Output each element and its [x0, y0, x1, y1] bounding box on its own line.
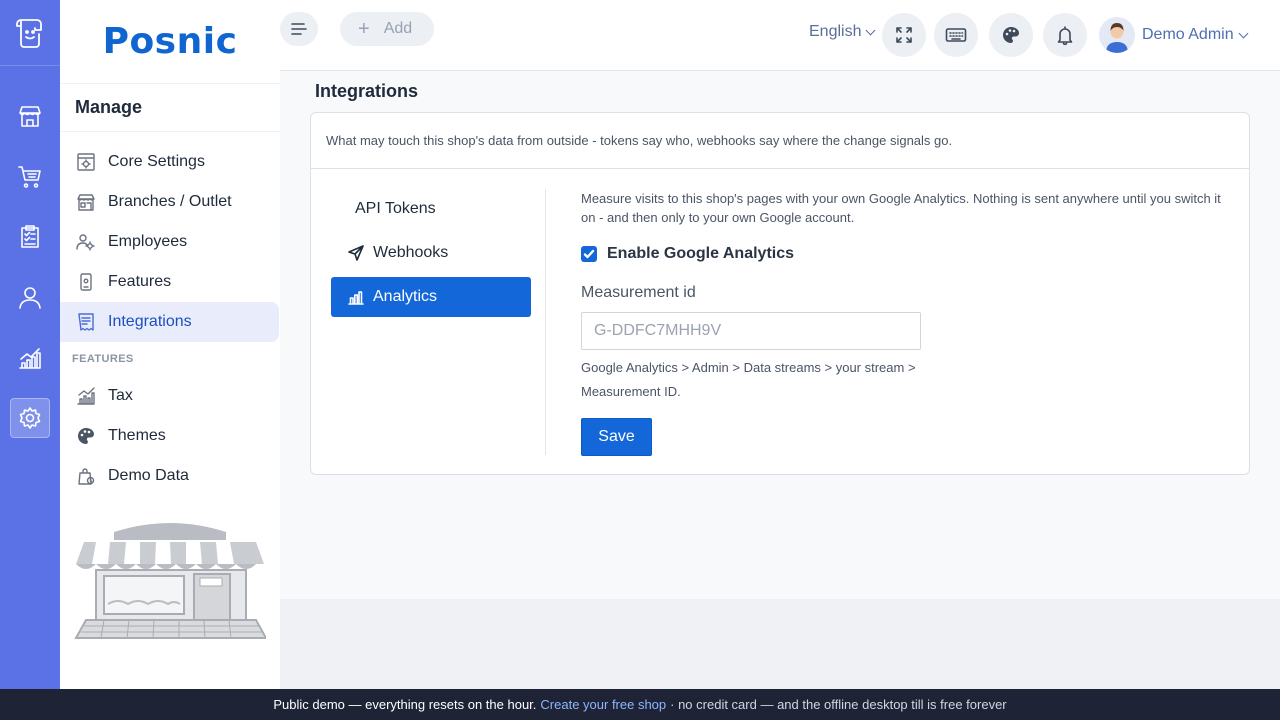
rail-clipboard-icon[interactable]	[10, 217, 50, 257]
chevron-down-icon	[1238, 28, 1249, 38]
sidebar-item-label: Themes	[108, 427, 166, 444]
check-icon	[583, 249, 595, 259]
top-bar: + Add English Demo Admin	[280, 0, 1280, 71]
section-label-features: FEATURES	[72, 353, 134, 365]
page-title: Integrations	[315, 81, 419, 101]
sidebar-item-tax[interactable]: Tax	[60, 376, 280, 416]
app-logo-icon[interactable]	[0, 0, 60, 66]
analytics-description: Measure visits to this shop's pages with…	[581, 191, 1221, 225]
sidebar-item-label: Integrations	[108, 313, 192, 330]
measurement-id-label: Measurement id	[581, 284, 696, 301]
language-label: English	[809, 23, 862, 40]
integrations-card: What may touch this shop's data from out…	[310, 112, 1250, 475]
theme-palette-button[interactable]	[989, 13, 1033, 57]
keyboard-icon	[945, 28, 967, 42]
tab-api-tokens[interactable]: API Tokens	[331, 189, 531, 229]
sidebar-item-themes[interactable]: Themes	[60, 416, 280, 456]
add-button-label: Add	[383, 20, 413, 37]
palette-icon	[1003, 27, 1019, 43]
sidebar-toggle-button[interactable]	[280, 12, 318, 46]
rail-gear-icon[interactable]	[10, 398, 50, 438]
icon-rail	[0, 0, 60, 689]
fullscreen-button[interactable]	[882, 13, 926, 57]
employees-icon	[75, 231, 97, 253]
brand-logo[interactable]: Posnic	[60, 0, 280, 84]
rail-user-icon[interactable]	[10, 277, 50, 317]
settings-doc-icon	[75, 151, 97, 173]
sidebar-item-integrations[interactable]: Integrations	[60, 302, 279, 342]
save-button[interactable]: Save	[581, 418, 652, 456]
enable-analytics-label: Enable Google Analytics	[607, 245, 795, 262]
rail-bar-chart-icon[interactable]	[10, 338, 50, 378]
tax-chart-icon	[75, 385, 97, 407]
sidebar-item-label: Core Settings	[108, 153, 205, 170]
language-selector[interactable]: English	[809, 23, 876, 41]
analytics-pane: Measure visits to this shop's pages with…	[581, 189, 1221, 456]
banner-text: Public demo — everything resets on the h…	[273, 697, 537, 712]
bell-icon	[1057, 26, 1073, 46]
card-description: What may touch this shop's data from out…	[311, 113, 1249, 169]
main-content: Integrations What may touch this shop's …	[280, 71, 1280, 599]
fullscreen-icon	[896, 27, 912, 43]
demo-banner: Public demo — everything resets on the h…	[0, 689, 1280, 720]
enable-analytics-checkbox[interactable]	[581, 246, 597, 262]
keyboard-shortcuts-button[interactable]	[934, 13, 978, 57]
send-icon	[347, 244, 365, 262]
avatar	[1099, 17, 1135, 53]
sidebar-item-label: Employees	[108, 233, 188, 250]
rail-storefront-icon[interactable]	[10, 96, 50, 136]
sidebar-item-label: Tax	[108, 387, 133, 404]
sidebar-item-label: Demo Data	[108, 467, 189, 484]
sidebar-heading: Manage	[60, 84, 280, 132]
content-footer-area	[280, 599, 1280, 689]
measurement-id-input[interactable]	[581, 312, 921, 350]
plus-icon: +	[358, 18, 370, 40]
palette-icon	[75, 425, 97, 447]
device-icon	[75, 271, 97, 293]
sidebar-item-features[interactable]: Features	[60, 262, 280, 302]
tab-analytics[interactable]: Analytics	[331, 277, 531, 317]
user-menu[interactable]: Demo Admin	[1099, 17, 1249, 53]
storefront-illustration	[74, 523, 266, 639]
store-icon	[75, 191, 97, 213]
enable-analytics-toggle[interactable]: Enable Google Analytics	[581, 245, 1221, 263]
integration-tabs: API Tokens Webhooks Analytics	[331, 189, 546, 455]
receipt-icon	[75, 311, 97, 333]
bar-chart-icon	[347, 288, 365, 306]
rail-cart-icon[interactable]	[10, 156, 50, 196]
settings-sidebar: Posnic Manage Core Settings Branches / O…	[60, 0, 280, 689]
sidebar-item-label: Branches / Outlet	[108, 193, 232, 210]
measurement-id-hint: Google Analytics > Admin > Data streams …	[581, 360, 916, 399]
sidebar-item-employees[interactable]: Employees	[60, 222, 280, 262]
add-button[interactable]: + Add	[340, 12, 434, 46]
sidebar-item-core-settings[interactable]: Core Settings	[60, 142, 280, 182]
user-name: Demo Admin	[1142, 26, 1234, 43]
tab-label: API Tokens	[355, 200, 436, 217]
sidebar-item-label: Features	[108, 273, 172, 290]
demo-bag-icon	[75, 465, 97, 487]
notifications-button[interactable]	[1043, 13, 1087, 57]
chevron-down-icon	[866, 25, 876, 35]
banner-suffix: · no credit card — and the offline deskt…	[670, 697, 1007, 712]
tab-label: Webhooks	[373, 244, 449, 261]
tab-label: Analytics	[373, 288, 438, 305]
sidebar-item-demo-data[interactable]: Demo Data	[60, 456, 280, 496]
create-shop-link[interactable]: Create your free shop	[540, 697, 666, 712]
menu-lines-icon	[291, 23, 307, 35]
tab-webhooks[interactable]: Webhooks	[331, 233, 531, 273]
sidebar-item-branches[interactable]: Branches / Outlet	[60, 182, 280, 222]
